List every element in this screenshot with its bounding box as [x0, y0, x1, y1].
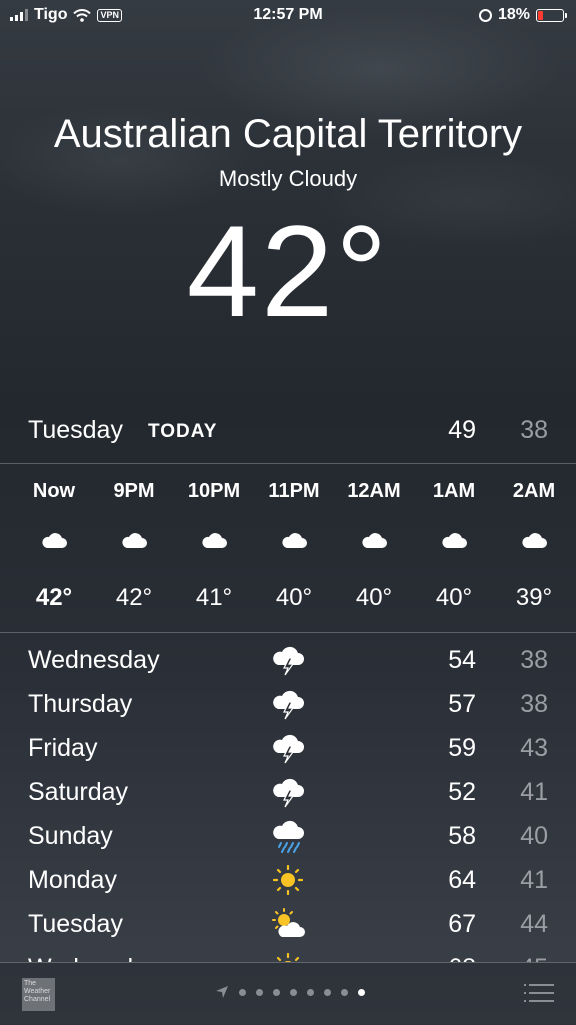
page-dot [239, 988, 246, 996]
hour-column: 12AM 40° [334, 464, 414, 632]
day-name: Thursday [28, 690, 133, 718]
today-low: 38 [520, 416, 548, 444]
hour-label: 2AM [512, 480, 556, 502]
thunderstorm-icon [273, 734, 304, 764]
cloud-icon [282, 533, 307, 548]
hourly-forecast[interactable]: Now 42° 9PM 42° 10PM 41° 11PM 40° 12AM 4… [0, 464, 576, 632]
day-low: 44 [520, 910, 548, 938]
day-name: Tuesday [28, 910, 123, 938]
page-dot [273, 988, 280, 996]
day-high: 57 [448, 690, 476, 718]
day-name: Saturday [28, 778, 129, 806]
day-name: Sunday [28, 822, 113, 850]
day-high: 54 [448, 646, 476, 674]
hour-temp: 41° [195, 584, 233, 611]
sun-icon [276, 952, 300, 962]
rotation-lock-icon [478, 8, 492, 22]
battery-icon [536, 8, 567, 22]
thunderstorm-icon [273, 646, 304, 676]
day-low: 38 [520, 646, 548, 674]
page-dot [290, 988, 297, 996]
day-name: Monday [28, 866, 117, 894]
hour-temp: 40° [435, 584, 473, 611]
cloud-icon [42, 533, 67, 548]
battery-percent: 18% [497, 6, 530, 23]
day-low: 41 [520, 778, 548, 806]
weather-channel-logo[interactable]: The Weather Channel [22, 978, 55, 1011]
today-row: Tuesday TODAY 49 38 [28, 412, 548, 452]
day-low: 43 [520, 734, 548, 762]
page-dot [341, 988, 348, 996]
today-tag: TODAY [148, 421, 218, 442]
hour-column: 9PM 42° [94, 464, 174, 632]
hour-label: 9PM [113, 480, 155, 502]
day-high: 68 [448, 954, 476, 962]
cloud-icon [522, 533, 547, 548]
daily-forecast[interactable]: Wednesday 54 38 Thursday 57 38 Friday 59… [0, 640, 576, 962]
daily-row: Monday 64 41 [0, 860, 576, 904]
day-low: 41 [520, 866, 548, 894]
daily-row: Sunday 58 40 [0, 816, 576, 860]
hour-temp: 42° [35, 584, 73, 611]
cloud-icon [122, 533, 147, 548]
daily-row: Wednesday 54 38 [0, 640, 576, 684]
hour-temp: 39° [515, 584, 553, 611]
day-name: Friday [28, 734, 98, 762]
day-low: 40 [520, 822, 548, 850]
day-name: Wednesday [28, 954, 160, 962]
day-low: 45 [520, 954, 548, 962]
hour-label: 10PM [187, 480, 241, 502]
day-high: 59 [448, 734, 476, 762]
sun-icon [272, 864, 304, 896]
today-day: Tuesday [28, 416, 123, 444]
hour-label: 12AM [347, 480, 401, 502]
hour-column: Now 42° [14, 464, 94, 632]
partly-sunny-icon [272, 908, 305, 937]
thunderstorm-icon [273, 778, 304, 808]
hour-column: 2AM 39° [494, 464, 574, 632]
day-name: Wednesday [28, 646, 160, 674]
rain-icon [273, 820, 304, 853]
page-dot [256, 988, 263, 996]
hour-column: 11PM 40° [254, 464, 334, 632]
day-high: 67 [448, 910, 476, 938]
page-dot [307, 988, 314, 996]
day-high: 64 [448, 866, 476, 894]
status-right: 18% [478, 6, 567, 24]
hour-label: 1AM [432, 480, 476, 502]
divider [0, 632, 576, 633]
page-dot [324, 988, 331, 996]
hour-temp: 40° [275, 584, 313, 611]
cloud-icon [202, 533, 227, 548]
status-bar: Tigo VPN 12:57 PM 18% [0, 0, 576, 32]
day-high: 52 [448, 778, 476, 806]
hour-column: 1AM 40° [414, 464, 494, 632]
hour-label: 11PM [268, 480, 320, 502]
page-indicator[interactable] [215, 985, 365, 999]
cloud-icon [442, 533, 467, 548]
list-icon[interactable] [524, 983, 554, 1003]
daily-row: Thursday 57 38 [0, 684, 576, 728]
page-dot-active [358, 988, 365, 996]
hour-temp: 42° [115, 584, 153, 611]
cloud-icon [362, 533, 387, 548]
daily-row: Tuesday 67 44 [0, 904, 576, 948]
day-high: 58 [448, 822, 476, 850]
hour-column: 10PM 41° [174, 464, 254, 632]
today-high: 49 [448, 416, 476, 444]
current-temperature: 42° [186, 198, 390, 344]
thunderstorm-icon [273, 690, 304, 720]
daily-row: Saturday 52 41 [0, 772, 576, 816]
daily-row: Friday 59 43 [0, 728, 576, 772]
day-low: 38 [520, 690, 548, 718]
daily-row: Wednesday 68 45 [0, 948, 576, 962]
hour-temp: 40° [355, 584, 393, 611]
location-name: Australian Capital Territory [53, 112, 523, 156]
location-arrow-icon [216, 986, 228, 998]
current-condition: Mostly Cloudy [218, 166, 358, 191]
hour-label: Now [32, 480, 76, 502]
bottom-toolbar: The Weather Channel [0, 962, 576, 1025]
